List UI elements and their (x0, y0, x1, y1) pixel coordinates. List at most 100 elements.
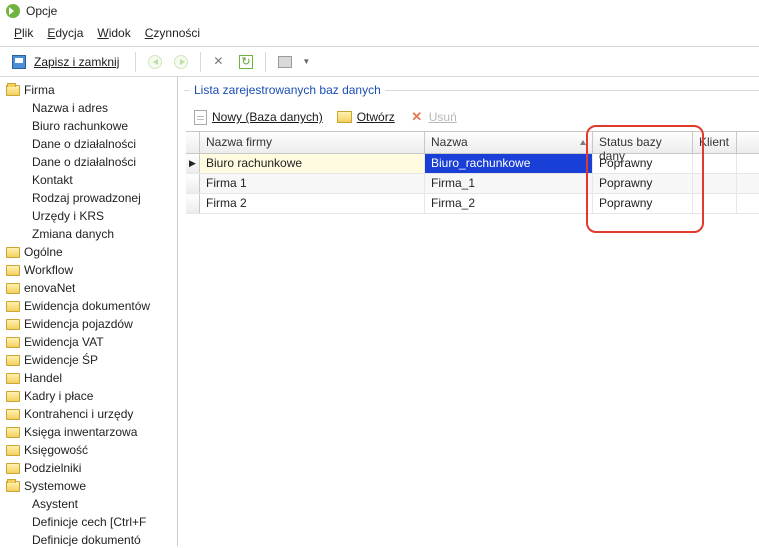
table-row[interactable]: ▶ Biuro rachunkowe Biuro_rachunkowe Popr… (186, 154, 759, 174)
tree-node[interactable]: Ewidencja pojazdów (6, 315, 177, 333)
tree-leaf[interactable]: Asystent (6, 495, 177, 513)
refresh-button[interactable] (235, 51, 257, 73)
column-header-nazwa-firmy[interactable]: Nazwa firmy (200, 132, 425, 153)
tree-node[interactable]: Księga inwentarzowa (6, 423, 177, 441)
row-indicator (186, 174, 200, 193)
tree-label: Biuro rachunkowe (32, 119, 128, 133)
panel-toolbar: Nowy (Baza danych) Otwórz ✕ Usuń (192, 109, 759, 125)
menu-bar: Plik Edycja Widok Czynności (0, 22, 759, 47)
new-label: Nowy (Baza danych) (212, 110, 323, 124)
tree-label: Definicje cech [Ctrl+F (32, 515, 146, 529)
folder-icon (6, 337, 20, 348)
nav-back-button[interactable] (144, 51, 166, 73)
tree-node[interactable]: Księgowość (6, 441, 177, 459)
tree-label: Rodzaj prowadzonej (32, 191, 141, 205)
tools-button[interactable] (209, 51, 231, 73)
app-icon (6, 4, 20, 18)
tree-label: Definicje dokumentó (32, 533, 141, 546)
menu-actions[interactable]: Czynności (145, 26, 200, 40)
folder-icon (6, 409, 20, 420)
tree-leaf[interactable]: Definicje cech [Ctrl+F (6, 513, 177, 531)
column-header-klient[interactable]: Klient (693, 132, 737, 153)
tree-label: Kadry i płace (24, 389, 93, 403)
tree-label: Ewidencje ŚP (24, 353, 98, 367)
tree-label: Asystent (32, 497, 78, 511)
tree-node[interactable]: Ewidencje ŚP (6, 351, 177, 369)
tree-node[interactable]: enovaNet (6, 279, 177, 297)
tree-label: Dane o działalności (32, 155, 136, 169)
cell: Poprawny (593, 194, 693, 213)
tree-node[interactable]: Kontrahenci i urzędy (6, 405, 177, 423)
tree-leaf[interactable]: Definicje dokumentó (6, 531, 177, 546)
tree-leaf[interactable]: Nazwa i adres (6, 99, 177, 117)
folder-icon (6, 373, 20, 384)
new-button[interactable]: Nowy (Baza danych) (192, 109, 331, 125)
tree-leaf[interactable]: Zmiana danych (6, 225, 177, 243)
tree-leaf[interactable]: Dane o działalności (6, 135, 177, 153)
cell: Poprawny (593, 174, 693, 193)
main-area: Firma Nazwa i adres Biuro rachunkowe Dan… (0, 77, 759, 546)
folder-icon (6, 283, 20, 294)
row-indicator (186, 194, 200, 213)
print-dropdown-icon[interactable]: ▼ (302, 57, 310, 66)
tree-label: Ewidencja VAT (24, 335, 104, 349)
open-label: Otwórz (357, 110, 395, 124)
row-indicator-header (186, 132, 200, 153)
folder-icon (6, 301, 20, 312)
grid-header: Nazwa firmy Nazwa Status bazy dany Klien… (186, 132, 759, 154)
folder-open-icon (337, 109, 353, 125)
save-and-close-button[interactable]: Zapisz i zamknij (34, 55, 119, 69)
data-grid: Nazwa firmy Nazwa Status bazy dany Klien… (186, 131, 759, 214)
separator (200, 52, 201, 72)
print-button[interactable] (274, 51, 296, 73)
column-header-nazwa[interactable]: Nazwa (425, 132, 593, 153)
save-icon[interactable] (8, 51, 30, 73)
tree-label: Księga inwentarzowa (24, 425, 137, 439)
menu-edit[interactable]: Edycja (47, 26, 83, 40)
menu-file-label: lik (22, 26, 33, 40)
tree-leaf[interactable]: Dane o działalności (6, 153, 177, 171)
tree-node[interactable]: Ewidencja VAT (6, 333, 177, 351)
cell: Firma 2 (200, 194, 425, 213)
delete-label: Usuń (429, 110, 457, 124)
menu-actions-label: zynności (153, 26, 200, 40)
tree-label: Ogólne (24, 245, 63, 259)
folder-icon (6, 265, 20, 276)
cell: Biuro_rachunkowe (425, 154, 593, 173)
menu-view[interactable]: Widok (97, 26, 130, 40)
tree-label: Podzielniki (24, 461, 81, 475)
tree-label: Handel (24, 371, 62, 385)
tree-node[interactable]: Kadry i płace (6, 387, 177, 405)
tree-label: Ewidencja pojazdów (24, 317, 133, 331)
menu-file[interactable]: Plik (14, 26, 33, 40)
tree-leaf[interactable]: Kontakt (6, 171, 177, 189)
nav-forward-button[interactable] (170, 51, 192, 73)
title-bar: Opcje (0, 0, 759, 22)
panel-title: Lista zarejestrowanych baz danych (190, 83, 385, 97)
row-indicator-icon: ▶ (186, 154, 200, 173)
tree-leaf[interactable]: Urzędy i KRS (6, 207, 177, 225)
open-button[interactable]: Otwórz (337, 109, 403, 125)
tree-label: enovaNet (24, 281, 75, 295)
tree-leaf[interactable]: Rodzaj prowadzonej (6, 189, 177, 207)
cell (693, 194, 737, 213)
tree-node[interactable]: Workflow (6, 261, 177, 279)
tree-node[interactable]: Podzielniki (6, 459, 177, 477)
table-row[interactable]: Firma 2 Firma_2 Poprawny (186, 194, 759, 214)
delete-button[interactable]: ✕ Usuń (409, 109, 457, 125)
tree-node[interactable]: Ewidencja dokumentów (6, 297, 177, 315)
tree-node[interactable]: Handel (6, 369, 177, 387)
tree-node[interactable]: Ogólne (6, 243, 177, 261)
folder-icon (6, 463, 20, 474)
tree-node-systemowe[interactable]: Systemowe (6, 477, 177, 495)
tree-leaf[interactable]: Biuro rachunkowe (6, 117, 177, 135)
tree-label: Kontakt (32, 173, 73, 187)
delete-icon: ✕ (409, 109, 425, 125)
tree-label: Urzędy i KRS (32, 209, 104, 223)
column-header-status[interactable]: Status bazy dany (593, 132, 693, 153)
tree-node-firma[interactable]: Firma (6, 81, 177, 99)
tree-label: Dane o działalności (32, 137, 136, 151)
cell: Biuro rachunkowe (200, 154, 425, 173)
menu-edit-label: dycja (55, 26, 83, 40)
table-row[interactable]: Firma 1 Firma_1 Poprawny (186, 174, 759, 194)
